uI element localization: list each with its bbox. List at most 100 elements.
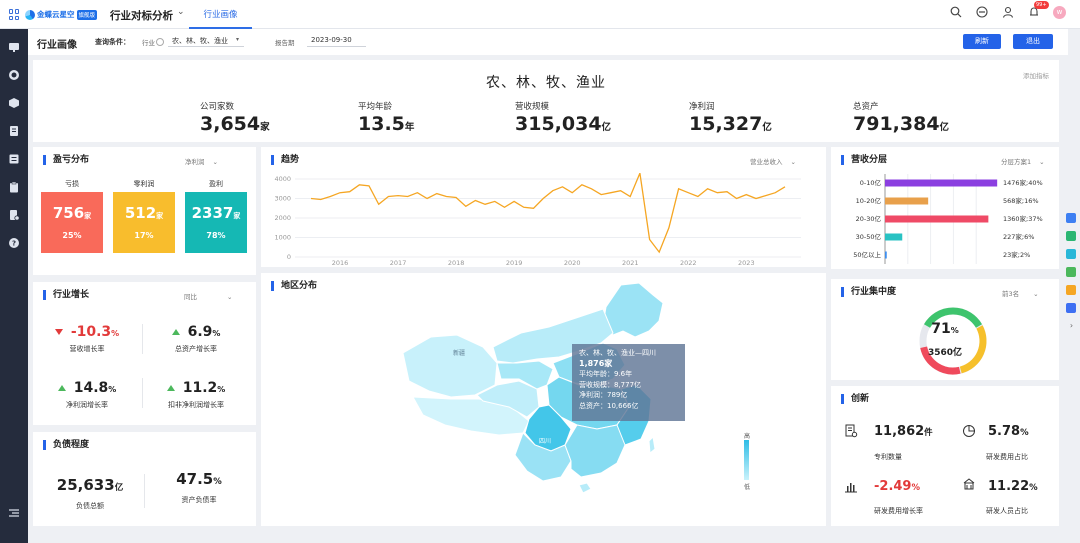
loss-label: 亏损 <box>65 180 79 188</box>
app-logo: 金蝶云星空 旗舰版 <box>25 8 98 21</box>
help-tool-icon[interactable] <box>1066 213 1076 223</box>
kpi-value: 15,327 <box>689 113 763 135</box>
revenue-layer-bar <box>885 251 887 259</box>
cube-icon[interactable] <box>8 97 20 109</box>
layer-scheme-select[interactable]: 分层方案1 ⌄ <box>1001 156 1045 166</box>
tab-industry-portrait[interactable]: 行业画像 <box>189 0 252 29</box>
settings-doc-icon[interactable] <box>8 209 20 221</box>
revenue-layers-bar-chart: 0 300 600 900 1200 0-10亿 1476家;40% 10-20亿 568家;1… <box>853 174 1043 266</box>
kpi-value: 791,384 <box>853 113 940 135</box>
cloud-tool-icon[interactable] <box>1066 249 1076 259</box>
industry-growth-card: 行业增长 同比 ⌄ -10.3% 营收增长率 6.9% 总资产增长率 14.8% … <box>33 282 256 425</box>
card-title: 营收分层 <box>841 155 887 165</box>
metric-unit: % <box>1029 483 1038 493</box>
map-region-south-china[interactable] <box>564 424 626 478</box>
app-title[interactable]: 行业对标分析 <box>110 8 173 23</box>
message-tool-icon[interactable] <box>1066 285 1076 295</box>
zero-profit-box[interactable]: 512家 17% <box>113 192 175 253</box>
collapse-menu-icon[interactable] <box>8 507 20 519</box>
top-n-select[interactable]: 前3名 ⌄ <box>1002 288 1039 298</box>
document-icon[interactable] <box>8 125 20 137</box>
clipboard-icon[interactable] <box>8 181 20 193</box>
metric-value: -10.3 <box>70 324 112 340</box>
map-region-hainan[interactable] <box>578 482 592 494</box>
select-value: 净利润 <box>185 158 205 166</box>
y-tick-label: 0 <box>287 253 291 261</box>
box-percent: 25% <box>62 231 82 240</box>
metric-label: 研发费用增长率 <box>874 507 923 515</box>
minus-circle-icon[interactable] <box>975 5 989 19</box>
revenue-layer-bar <box>885 197 929 205</box>
growth-basis-select[interactable]: 同比 ⌄ <box>184 291 232 301</box>
metric-unit: % <box>212 329 221 338</box>
legend-high-label: 高 <box>744 433 751 440</box>
kpi-value: 3,654 <box>200 113 261 135</box>
period-input[interactable]: 2023-09-30 <box>307 34 366 47</box>
monitor-icon[interactable] <box>8 41 20 53</box>
map-region-xinjiang[interactable] <box>402 334 498 398</box>
globe-icon[interactable] <box>8 69 20 81</box>
metric-value: 6.9 <box>187 324 213 340</box>
chevron-down-icon[interactable]: ⌄ <box>177 7 185 17</box>
chevron-right-icon[interactable]: › <box>1066 321 1077 330</box>
total-liabilities-metric: 25,633亿 负债总额 <box>35 476 145 511</box>
x-tick-label: 600 <box>924 265 936 266</box>
divider <box>142 378 143 408</box>
box-unit: 家 <box>156 212 164 220</box>
category-label: 20-30亿 <box>856 214 882 223</box>
avatar[interactable]: w <box>1053 5 1066 19</box>
kpi-label: 公司家数 <box>200 102 235 112</box>
profit-metric-select[interactable]: 净利润 ⌄ <box>185 156 218 166</box>
card-title: 盈亏分布 <box>43 155 89 165</box>
refresh-tool-icon[interactable] <box>1066 231 1076 241</box>
industry-input[interactable]: 农、林、牧、渔业 <box>168 34 244 47</box>
category-label: 50亿以上 <box>853 250 881 259</box>
bar-chart-icon <box>844 479 858 493</box>
category-label: 10-20亿 <box>856 196 882 205</box>
box-unit: 家 <box>84 212 92 220</box>
legend-low-label: 低 <box>744 484 751 491</box>
x-tick-label: 2018 <box>448 259 465 265</box>
map-legend-gradient[interactable] <box>744 440 749 480</box>
report-icon[interactable] <box>8 153 20 165</box>
metric-unit: 件 <box>924 428 933 438</box>
map-label-xinjiang: 新疆 <box>453 349 465 357</box>
refresh-button[interactable]: 刷新 <box>963 34 1001 49</box>
user-icon[interactable] <box>1001 5 1015 19</box>
search-icon[interactable] <box>949 5 963 19</box>
list-tool-icon[interactable] <box>1066 303 1076 313</box>
loss-box[interactable]: 756家 25% <box>41 192 103 253</box>
industry-label: 行业 <box>142 39 155 47</box>
debt-level-card: 负债程度 25,633亿 负债总额 47.5% 资产负债率 <box>33 432 256 526</box>
profit-distribution-card: 盈亏分布 净利润 ⌄ 亏损 零利润 盈利 756家 25% 512家 17% 23… <box>33 147 256 275</box>
metric-label: 研发人员占比 <box>986 507 1028 515</box>
concentration-ring-chart <box>919 307 987 375</box>
exit-button[interactable]: 退出 <box>1013 34 1053 49</box>
select-value: 同比 <box>184 293 197 301</box>
dropdown-caret-icon[interactable]: ▾ <box>236 36 239 43</box>
chevron-down-icon: ⌄ <box>1033 290 1039 298</box>
rd-ratio-value: 5.78% <box>988 424 1029 439</box>
asset-growth-metric: 6.9% 总资产增长率 <box>146 324 246 354</box>
app-grid-icon[interactable] <box>9 9 20 20</box>
metric-value: -2.49 <box>874 479 912 494</box>
metric-label: 专利数量 <box>874 453 902 461</box>
ring-unit: % <box>950 326 959 335</box>
metric-unit: % <box>217 385 226 394</box>
map-region-taiwan[interactable] <box>648 435 656 454</box>
kpi-value: 315,034 <box>515 113 602 135</box>
map-label-sichuan: 四川 <box>539 438 551 445</box>
contact-tool-icon[interactable] <box>1066 267 1076 277</box>
chevron-down-icon: ⌄ <box>212 158 218 166</box>
card-title: 负债程度 <box>43 440 89 450</box>
tooltip-revenue: 营收规模：8,777亿 <box>579 380 642 389</box>
add-indicator-link[interactable]: 添加指标 <box>1023 70 1049 80</box>
kpi-net-profit: 净利润 15,327亿 <box>689 100 772 135</box>
tooltip-net-profit: 净利润：789亿 <box>579 391 628 399</box>
help-icon[interactable]: ? <box>8 237 20 249</box>
bell-icon[interactable]: 99+ <box>1027 1 1049 19</box>
trend-metric-select[interactable]: 营业总收入 ⌄ <box>750 156 796 166</box>
x-tick-label: 2016 <box>332 259 349 265</box>
profit-box[interactable]: 2337家 78% <box>185 192 247 253</box>
map-region-northeast[interactable] <box>602 282 664 338</box>
